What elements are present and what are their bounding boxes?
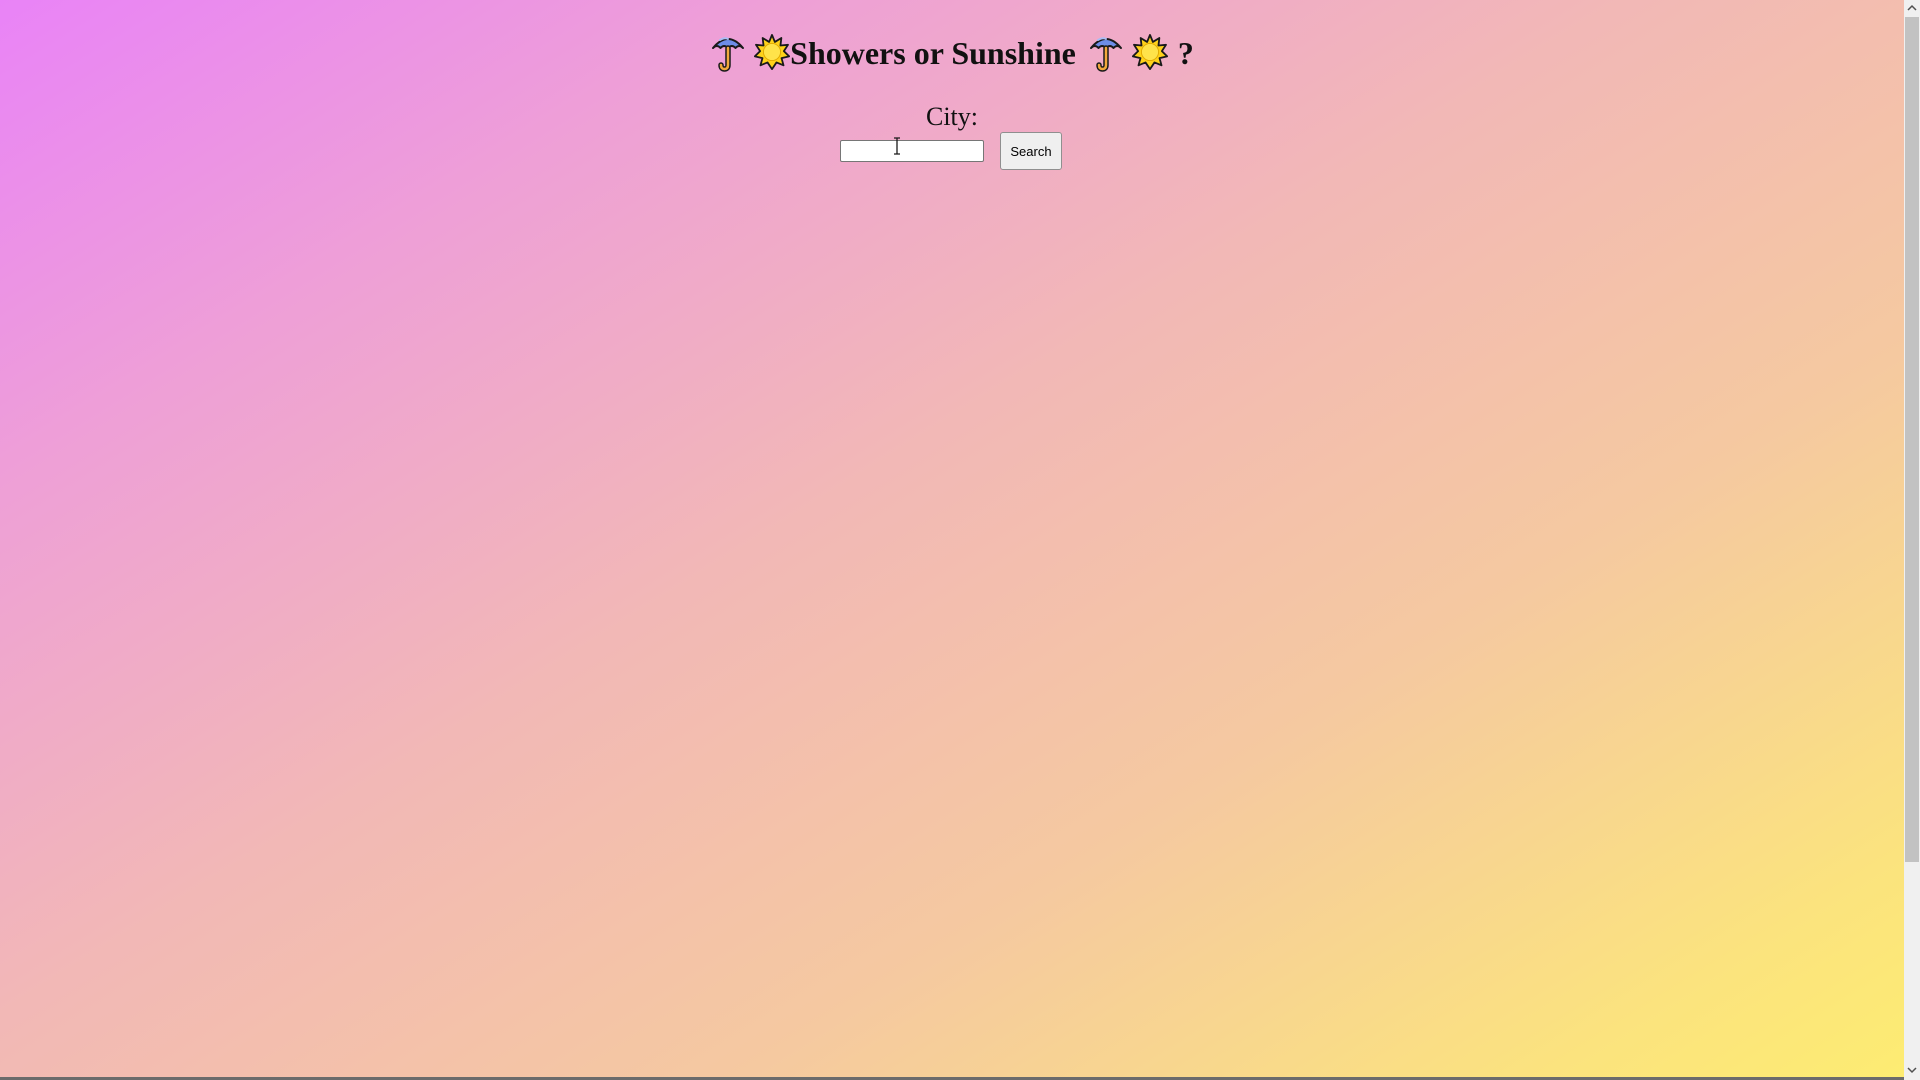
- sun-icon: [754, 34, 791, 70]
- search-button[interactable]: Search: [1000, 132, 1062, 170]
- umbrella-icon: [1089, 37, 1122, 72]
- city-input[interactable]: [840, 140, 984, 162]
- title-question-mark: ?: [1177, 35, 1194, 71]
- title-text: Showers or Sunshine: [790, 35, 1076, 71]
- page-title: Showers or Sunshine ?: [0, 30, 1904, 76]
- city-label: City:: [925, 102, 978, 131]
- scroll-up-arrow-icon[interactable]: [1904, 0, 1920, 16]
- scrollbar-thumb[interactable]: [1905, 17, 1919, 862]
- umbrella-icon: [712, 37, 745, 72]
- vertical-scrollbar[interactable]: [1904, 0, 1920, 1080]
- sun-icon: [1131, 34, 1168, 70]
- scroll-down-arrow-icon[interactable]: [1904, 1062, 1920, 1078]
- text-cursor-icon: [894, 137, 900, 155]
